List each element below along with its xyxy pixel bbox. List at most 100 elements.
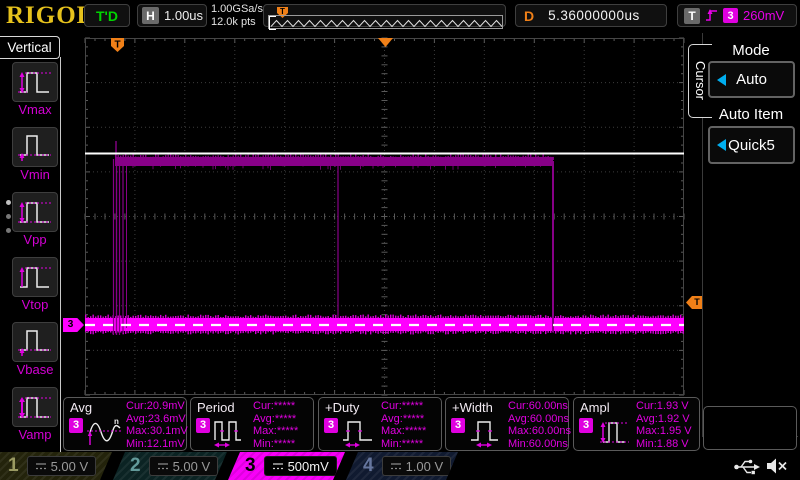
channel-1-number: 1 <box>8 452 19 480</box>
memory-depth: 12.0k pts <box>211 16 263 29</box>
sidebar-divider <box>60 57 61 452</box>
delay-readout-box[interactable]: D 5.36000000us <box>515 4 667 27</box>
delay-label: D <box>524 8 534 24</box>
width-cur: 60.00ns <box>529 400 568 412</box>
channel-badge: 3 <box>69 418 83 433</box>
dc-coupling-icon <box>390 462 402 471</box>
sidebar-item-vmax[interactable]: Vmax <box>12 62 58 117</box>
sidebar-item-vmin[interactable]: Vmin <box>12 127 58 182</box>
measurement-period[interactable]: Period 3 Cur:***** Avg:***** Max:***** M… <box>190 397 314 451</box>
trigger-readout-box[interactable]: T 3 260mV <box>677 4 797 27</box>
mode-button[interactable]: Auto <box>708 61 795 98</box>
trigger-status-badge: T'D <box>84 4 130 27</box>
avg-cur: 20.9mV <box>147 400 185 412</box>
ampl-min: 1.88 V <box>657 438 689 450</box>
channel-4-status[interactable]: 4 1.00 V <box>346 452 458 480</box>
mode-label: Mode <box>706 42 796 59</box>
width-min: 60.00ns <box>529 438 568 450</box>
channel-badge: 3 <box>579 418 593 433</box>
width-measure-icon <box>467 415 507 449</box>
period-avg: ***** <box>275 413 296 425</box>
channel-2-scale: 5.00 V <box>173 459 211 474</box>
delay-value: 5.36000000us <box>548 8 640 23</box>
ampl-avg: 1.92 V <box>658 413 690 425</box>
horizontal-position-indicator[interactable]: T <box>263 4 506 27</box>
trigger-level-marker[interactable]: T <box>686 296 703 309</box>
speaker-muted-icon[interactable] <box>765 456 791 476</box>
period-max: ***** <box>277 425 298 437</box>
rising-edge-icon <box>705 8 718 23</box>
period-cur: ***** <box>274 400 295 412</box>
h-label: H <box>142 7 159 24</box>
sidebar-item-vtop[interactable]: Vtop <box>12 257 58 312</box>
memory-waveform-icon <box>269 17 502 29</box>
ampl-max: 1.95 V <box>660 425 692 437</box>
trigger-source-badge: 3 <box>723 8 738 23</box>
h-scale-value: 1.00us <box>164 8 203 23</box>
dc-coupling-icon <box>35 462 47 471</box>
measurement-slot-empty <box>703 406 797 450</box>
sidebar-item-vpp[interactable]: Vpp <box>12 192 58 247</box>
ampl-cur: 1.93 V <box>657 400 689 412</box>
trigger-position-label: T <box>114 40 120 51</box>
channel-badge: 3 <box>451 418 465 433</box>
memory-window <box>268 15 503 29</box>
usb-icon <box>733 457 761 477</box>
menu-page-dot <box>6 228 11 233</box>
avg-min: 12.1mV <box>147 438 185 450</box>
channel-3-status[interactable]: 3 500mV <box>228 452 345 480</box>
channel-1-status[interactable]: 1 5.00 V <box>0 452 112 480</box>
avg-measure-icon: n <box>85 415 125 449</box>
sample-rate: 1.00GSa/s <box>211 3 263 16</box>
measurement-width[interactable]: +Width 3 Cur:60.00ns Avg:60.00ns Max:60.… <box>445 397 569 451</box>
vbase-icon <box>12 322 58 362</box>
avg-max: 30.1mV <box>150 425 188 437</box>
ch3-position-marker[interactable]: 3 <box>63 318 84 332</box>
period-measure-icon <box>212 415 252 449</box>
sidebar-item-vbase[interactable]: Vbase <box>12 322 58 377</box>
window-bracket-icon <box>269 16 276 30</box>
measurement-ampl[interactable]: Ampl 3 Cur:1.93 V Avg:1.92 V Max:1.95 V … <box>573 397 700 451</box>
auto-item-value: Quick5 <box>728 137 775 154</box>
svg-text:n: n <box>114 417 119 426</box>
channel-3-number: 3 <box>245 452 256 480</box>
duty-avg: ***** <box>403 413 424 425</box>
width-max: 60.00ns <box>532 425 571 437</box>
vtop-icon <box>12 257 58 297</box>
avg-avg: 23.6mV <box>148 413 186 425</box>
left-triangle-icon <box>717 139 726 151</box>
trigger-level-value: 260mV <box>743 8 784 23</box>
trigger-position-marker[interactable]: T <box>111 38 124 52</box>
channel-badge: 3 <box>196 418 210 433</box>
channel-3-scale: 500mV <box>288 459 329 474</box>
dc-coupling-icon <box>157 462 169 471</box>
horizontal-scale-box[interactable]: H 1.00us <box>137 4 207 27</box>
channel-4-scale: 1.00 V <box>406 459 444 474</box>
width-avg: 60.00ns <box>530 413 569 425</box>
channel-2-status[interactable]: 2 5.00 V <box>113 452 227 480</box>
vpp-icon <box>12 192 58 232</box>
sidebar-item-vamp[interactable]: Vamp <box>12 387 58 442</box>
oscilloscope-screen: RIGOL T'D H 1.00us 1.00GSa/s 12.0k pts T… <box>0 0 800 480</box>
left-triangle-icon <box>717 74 726 86</box>
center-reference-icon <box>378 38 393 47</box>
auto-item-button[interactable]: Quick5 <box>708 126 795 164</box>
measurement-duty[interactable]: +Duty 3 Cur:***** Avg:***** Max:***** Mi… <box>318 397 442 451</box>
duty-min: ***** <box>402 438 423 450</box>
auto-item-label: Auto Item <box>706 106 796 123</box>
duty-max: ***** <box>405 425 426 437</box>
menu-page-dot <box>6 200 11 205</box>
ampl-measure-icon <box>595 415 635 449</box>
channel-4-number: 4 <box>363 452 374 480</box>
duty-cur: ***** <box>402 400 423 412</box>
waveform-display: T <box>85 38 684 395</box>
mode-value: Auto <box>736 71 767 88</box>
vmax-icon <box>12 62 58 102</box>
channel-1-scale: 5.00 V <box>51 459 89 474</box>
left-menu-title: Vertical <box>0 36 60 59</box>
period-min: ***** <box>274 438 295 450</box>
measurement-avg[interactable]: Avg 3 n Cur:20.9mV Avg:23.6mV Max:30.1mV… <box>63 397 187 451</box>
menu-page-dot <box>6 214 11 219</box>
acquisition-info: 1.00GSa/s 12.0k pts <box>211 3 263 29</box>
duty-measure-icon <box>340 415 380 449</box>
